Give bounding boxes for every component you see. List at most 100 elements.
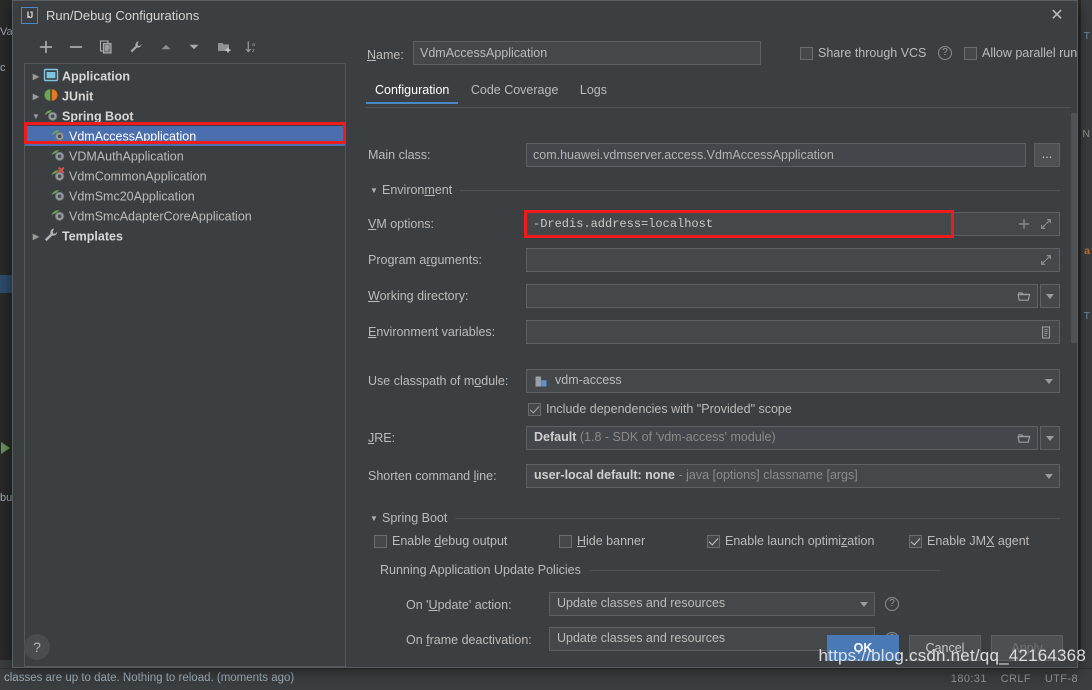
allow-parallel-checkbox-box[interactable]	[964, 47, 977, 60]
folder-icon[interactable]	[1013, 285, 1035, 307]
chevron-down-icon[interactable]: ▼	[370, 186, 382, 195]
ide-editor-marker	[0, 275, 12, 293]
ide-right-fragment: T	[1083, 310, 1090, 322]
name-input[interactable]	[413, 41, 761, 65]
vm-options-expand-icon[interactable]	[1035, 213, 1057, 235]
main-class-input[interactable]	[526, 143, 1026, 167]
ide-code-fragment: Va	[0, 26, 13, 38]
add-configuration-button[interactable]	[35, 37, 57, 59]
move-up-button[interactable]	[155, 37, 177, 59]
enable-debug-output-checkbox[interactable]: Enable debug output	[374, 534, 507, 549]
chevron-down-icon[interactable]	[1039, 465, 1059, 487]
chevron-right-icon[interactable]: ▶	[29, 67, 43, 87]
working-directory-input[interactable]	[527, 285, 1013, 307]
environment-variables-label: Environment variables:	[368, 325, 496, 339]
main-class-browse-button[interactable]: ...	[1034, 143, 1060, 167]
program-arguments-input[interactable]	[527, 249, 1035, 271]
spring-boot-section-header[interactable]: ▼ Spring Boot	[370, 511, 1060, 525]
hide-banner-label: Hide banner	[577, 534, 646, 548]
vm-options-input[interactable]	[527, 213, 1013, 235]
remove-configuration-button[interactable]	[65, 37, 87, 59]
chevron-right-icon[interactable]: ▶	[29, 87, 43, 107]
ide-right-toolwindow-strip	[1080, 0, 1092, 660]
jre-label: JRE:	[368, 431, 396, 445]
ide-gutter-run-icon[interactable]	[1, 442, 10, 454]
module-icon	[534, 374, 549, 389]
program-arguments-field-wrap[interactable]	[526, 248, 1060, 272]
spring-boot-icon	[50, 187, 66, 203]
chevron-down-icon[interactable]: ▼	[370, 514, 382, 523]
on-update-help-icon[interactable]: ?	[885, 597, 899, 611]
enable-jmx-agent-checkbox[interactable]: Enable JMX agent	[909, 534, 1029, 549]
application-icon	[43, 67, 59, 83]
program-arguments-expand-icon[interactable]	[1035, 249, 1057, 271]
ide-line-separator[interactable]: CRLF	[1001, 673, 1031, 685]
chevron-down-icon[interactable]	[1041, 285, 1059, 307]
tab-configuration[interactable]: Configuration	[366, 79, 459, 104]
classpath-module-combo[interactable]: vdm-access	[526, 369, 1060, 393]
on-update-action-combo[interactable]: Update classes and resources	[549, 592, 875, 616]
tree-item-label: VdmSmcAdapterCoreApplication	[69, 209, 252, 224]
tree-item-vdmsmcadaptercoreapplication[interactable]: VdmSmcAdapterCoreApplication	[25, 206, 345, 226]
copy-configuration-button[interactable]	[95, 37, 117, 59]
tab-logs[interactable]: Logs	[571, 79, 616, 104]
jre-field-wrap[interactable]: Default (1.8 - SDK of 'vdm-access' modul…	[526, 426, 1038, 450]
enable-launch-optimization-checkbox[interactable]: Enable launch optimization	[707, 534, 874, 549]
shorten-command-line-combo[interactable]: user-local default: none - java [options…	[526, 464, 1060, 488]
tree-item-junit[interactable]: ▶ JUnit	[25, 86, 345, 106]
tree-item-templates[interactable]: ▶ Templates	[25, 226, 345, 246]
include-provided-checkbox-box[interactable]	[528, 403, 541, 416]
environment-variables-input[interactable]	[527, 321, 1035, 343]
vm-options-add-macro-icon[interactable]	[1013, 213, 1035, 235]
sort-configurations-button[interactable]: a z	[241, 37, 263, 59]
tree-item-spring-boot[interactable]: ▼ Spring Boot	[25, 106, 345, 126]
configuration-tree-toolbar: a z	[23, 37, 348, 63]
close-icon[interactable]: ✕	[1045, 5, 1069, 27]
enable-jmx-checkbox-box[interactable]	[909, 535, 922, 548]
help-button[interactable]: ?	[24, 634, 50, 660]
enable-launch-opt-checkbox-box[interactable]	[707, 535, 720, 548]
tree-item-vdmcommonapplication[interactable]: VdmCommonApplication	[25, 166, 345, 186]
tab-separator	[366, 107, 1071, 108]
working-directory-label: Working directory:	[368, 289, 469, 303]
chevron-right-icon[interactable]: ▶	[29, 227, 43, 247]
configuration-tree[interactable]: ▶ Application ▶ JUnit ▼ Spring Boot VdmAccessA…	[24, 63, 346, 667]
junit-icon	[43, 87, 59, 103]
tree-item-label: Application	[62, 69, 131, 84]
enable-debug-checkbox-box[interactable]	[374, 535, 387, 548]
tab-code-coverage[interactable]: Code Coverage	[462, 79, 568, 104]
share-through-vcs-checkbox[interactable]: Share through VCS	[800, 46, 926, 61]
spring-boot-icon	[50, 207, 66, 223]
environment-variables-field-wrap[interactable]	[526, 320, 1060, 344]
include-provided-scope-checkbox[interactable]: Include dependencies with "Provided" sco…	[528, 402, 792, 417]
chevron-down-icon[interactable]	[1041, 427, 1059, 449]
share-vcs-checkbox-box[interactable]	[800, 47, 813, 60]
allow-parallel-run-checkbox[interactable]: Allow parallel run	[964, 46, 1077, 61]
jre-browse-folder-icon[interactable]	[1013, 427, 1035, 449]
tree-item-label: Spring Boot	[62, 109, 134, 124]
ide-caret-position[interactable]: 180:31	[951, 673, 987, 685]
working-directory-field-wrap[interactable]	[526, 284, 1038, 308]
vm-options-field-wrap[interactable]	[526, 212, 1060, 236]
hide-banner-checkbox-box[interactable]	[559, 535, 572, 548]
share-vcs-help-icon[interactable]: ?	[938, 46, 952, 60]
chevron-down-icon[interactable]	[1039, 370, 1059, 392]
edit-templates-button[interactable]	[125, 37, 147, 59]
cancel-button[interactable]: Cancel	[909, 635, 981, 661]
chevron-down-icon[interactable]: ▼	[29, 107, 43, 127]
new-folder-button[interactable]	[213, 37, 235, 59]
tree-item-vdmauthapplication[interactable]: VDMAuthApplication	[25, 146, 345, 166]
jre-dropdown[interactable]	[1040, 426, 1060, 450]
move-down-button[interactable]	[183, 37, 205, 59]
tree-item-vdmaccessapplication[interactable]: VdmAccessApplication	[25, 126, 345, 146]
ok-button[interactable]: OK	[827, 635, 899, 661]
ide-encoding[interactable]: UTF-8	[1045, 673, 1078, 685]
name-label: Name:	[367, 48, 404, 62]
tree-item-vdmsmc20application[interactable]: VdmSmc20Application	[25, 186, 345, 206]
chevron-down-icon[interactable]	[854, 593, 874, 615]
working-directory-history-dropdown[interactable]	[1040, 284, 1060, 308]
list-edit-icon[interactable]	[1035, 321, 1057, 343]
tree-item-application[interactable]: ▶ Application	[25, 66, 345, 86]
hide-banner-checkbox[interactable]: Hide banner	[559, 534, 645, 549]
environment-section-header[interactable]: ▼ Environment	[370, 183, 1060, 197]
